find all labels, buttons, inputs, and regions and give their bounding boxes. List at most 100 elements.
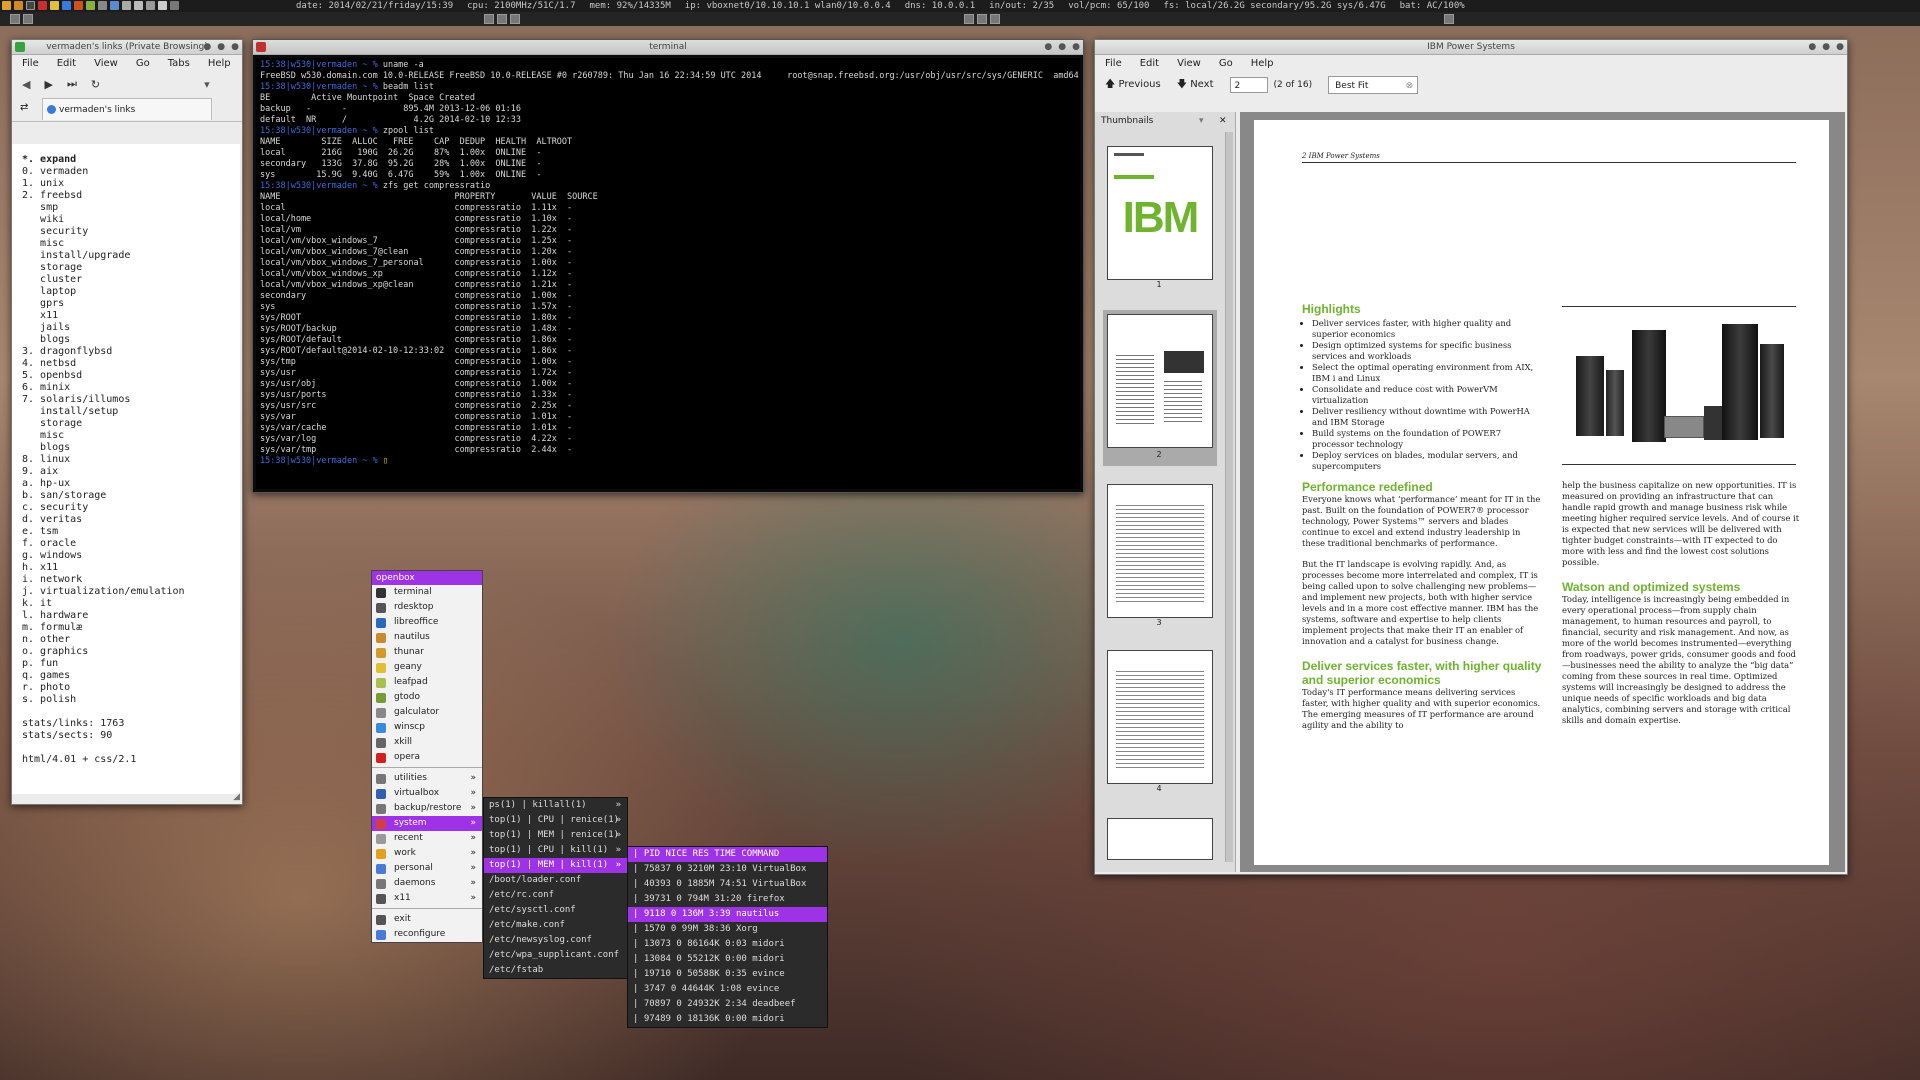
page-thumbnail[interactable] [1107, 484, 1213, 618]
system-tool-item[interactable]: ps(1) | killall(1) » [484, 798, 627, 813]
link-line[interactable]: s. polish [22, 694, 240, 706]
sidebar-close-icon[interactable]: ✕ [1219, 112, 1227, 130]
link-line[interactable]: storage [22, 262, 240, 274]
menu-item-exit[interactable]: exit [372, 912, 482, 927]
link-line[interactable]: 8. linux [22, 454, 240, 466]
link-line[interactable]: install/upgrade [22, 250, 240, 262]
menu-item-libreoffice[interactable]: libreoffice [372, 615, 482, 630]
submenu-backup-restore[interactable]: backup/restore » [372, 801, 482, 816]
link-line[interactable]: q. games [22, 670, 240, 682]
link-line[interactable]: stats/sects: 90 [22, 730, 240, 742]
close-icon[interactable]: ● [231, 40, 239, 54]
config-file-item[interactable]: /etc/rc.conf [484, 888, 627, 903]
window-icon[interactable] [23, 14, 33, 24]
link-line[interactable]: wiki [22, 214, 240, 226]
tab-vermadens-links[interactable]: vermaden's links [42, 98, 212, 120]
process-row[interactable]: | 70897 0 24932K 2:34 deadbeef [628, 997, 827, 1012]
menu-item-leafpad[interactable]: leafpad [372, 675, 482, 690]
skip-forward-icon[interactable]: ⏭ [67, 77, 77, 91]
tool3-icon[interactable] [146, 1, 155, 10]
window-icon[interactable] [977, 14, 987, 24]
maximize-icon[interactable]: ● [1058, 40, 1066, 54]
document-view[interactable]: 2 IBM Power Systems Highlights Deliver s… [1240, 112, 1845, 872]
link-line[interactable]: install/setup [22, 406, 240, 418]
menu-file[interactable]: File [1105, 55, 1122, 73]
link-line[interactable]: 4. netbsd [22, 358, 240, 370]
link-line[interactable]: 1. unix [22, 178, 240, 190]
window-icon[interactable] [10, 14, 20, 24]
window-icon[interactable] [990, 14, 1000, 24]
resize-grip-icon[interactable]: ◢ [233, 792, 240, 802]
maximize-icon[interactable]: ● [217, 40, 225, 54]
menu-item-geany[interactable]: geany [372, 660, 482, 675]
link-line[interactable]: misc [22, 430, 240, 442]
link-line[interactable]: c. security [22, 502, 240, 514]
window-icon[interactable] [510, 14, 520, 24]
menu-file[interactable]: File [22, 55, 39, 73]
link-line[interactable]: p. fun [22, 658, 240, 670]
sidebar-scrollbar[interactable] [1225, 132, 1233, 862]
menu-item-nautilus[interactable]: nautilus [372, 630, 482, 645]
menu-help[interactable]: Help [208, 55, 231, 73]
page-thumbnail[interactable] [1107, 314, 1213, 448]
menu-go[interactable]: Go [1219, 55, 1233, 73]
submenu-personal[interactable]: personal » [372, 861, 482, 876]
editor-icon[interactable] [86, 1, 95, 10]
submenu-system[interactable]: system » [372, 816, 482, 831]
link-line[interactable]: b. san/storage [22, 490, 240, 502]
link-line[interactable]: l. hardware [22, 610, 240, 622]
office-icon[interactable] [62, 1, 71, 10]
config-file-item[interactable]: /etc/make.conf [484, 918, 627, 933]
files-icon[interactable] [50, 1, 59, 10]
links-titlebar[interactable]: vermaden's links (Private Browsing) ● ● … [12, 40, 242, 55]
config-file-item[interactable]: /etc/newsyslog.conf [484, 933, 627, 948]
menu-go[interactable]: Go [136, 55, 150, 73]
minimize-icon[interactable]: ● [1808, 40, 1816, 54]
reload-icon[interactable]: ↻ [91, 78, 100, 91]
tool4-icon[interactable] [158, 1, 167, 10]
link-line[interactable]: h. x11 [22, 562, 240, 574]
close-icon[interactable]: ● [1072, 40, 1080, 54]
config-file-item[interactable]: /etc/sysctl.conf [484, 903, 627, 918]
link-line[interactable]: f. oracle [22, 538, 240, 550]
link-line[interactable]: r. photo [22, 682, 240, 694]
submenu-utilities[interactable]: utilities » [372, 771, 482, 786]
sidebar-dropdown-icon[interactable]: ▾ [1199, 112, 1204, 130]
link-line[interactable]: storage [22, 418, 240, 430]
system-tool-item[interactable]: top(1) | CPU | renice(1)» [484, 813, 627, 828]
page-number-input[interactable]: 2 [1229, 77, 1268, 93]
settings-icon[interactable] [98, 1, 107, 10]
config-file-item[interactable]: /etc/wpa_supplicant.conf [484, 948, 627, 963]
maximize-icon[interactable]: ● [1822, 40, 1830, 54]
link-line[interactable]: gprs [22, 298, 240, 310]
submenu-virtualbox[interactable]: virtualbox » [372, 786, 482, 801]
link-line[interactable]: laptop [22, 286, 240, 298]
link-line[interactable]: i. network [22, 574, 240, 586]
menu-item-xkill[interactable]: xkill [372, 735, 482, 750]
submenu-recent[interactable]: recent » [372, 831, 482, 846]
link-line[interactable]: cluster [22, 274, 240, 286]
tabs-list-icon[interactable]: ⇄ [20, 102, 28, 113]
next-button[interactable]: 🡇 Next [1177, 77, 1214, 94]
tool2-icon[interactable] [134, 1, 143, 10]
process-row[interactable]: | 13084 0 55212K 0:00 midori [628, 952, 827, 967]
previous-button[interactable]: 🡅 Previous [1105, 77, 1161, 94]
link-line[interactable]: blogs [22, 334, 240, 346]
menu-item-winscp[interactable]: winscp [372, 720, 482, 735]
minimize-icon[interactable]: ● [1044, 40, 1052, 54]
link-line[interactable]: security [22, 226, 240, 238]
link-line[interactable]: 0. vermaden [22, 166, 240, 178]
process-row[interactable]: | 40393 0 1885M 74:51 VirtualBox [628, 877, 827, 892]
window-icon[interactable] [964, 14, 974, 24]
link-line[interactable]: o. graphics [22, 646, 240, 658]
submenu-daemons[interactable]: daemons » [372, 876, 482, 891]
terminal-titlebar[interactable]: terminal ● ● ● [253, 40, 1083, 55]
network-icon[interactable] [110, 1, 119, 10]
terminal-icon[interactable] [26, 1, 35, 10]
link-line[interactable]: misc [22, 238, 240, 250]
system-tool-item[interactable]: top(1) | MEM | kill(1) » [484, 858, 627, 873]
link-line[interactable]: blogs [22, 442, 240, 454]
link-line[interactable]: stats/links: 1763 [22, 718, 240, 730]
process-row[interactable]: | 75837 0 3210M 23:10 VirtualBox [628, 862, 827, 877]
page-thumbnail[interactable] [1107, 818, 1213, 860]
